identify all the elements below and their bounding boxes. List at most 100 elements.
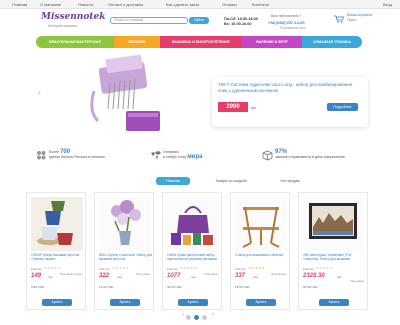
product-availability: В наличии [271,272,286,276]
product-name[interactable]: 495 Амстердам. Amsterdam (The Treasures)… [303,253,357,265]
product-image[interactable] [303,197,363,251]
feature-beads: Более 700 цветов бисера Preciosa в налич… [36,149,126,164]
product-name[interactable]: Станок для вышивания Ukrainка [235,253,289,265]
product-card: Станок для вышивания Ukrainка Рейтинг: ★… [230,192,290,310]
product-grid: 10054P Набор вышивки крестом «Зимние чаш… [26,192,368,312]
product-availability: Под заказ 3 дня [59,272,82,276]
nav-link-home[interactable]: Главная [12,2,27,7]
cart-label[interactable]: Ваша корзина [347,13,372,17]
product-image[interactable] [31,197,83,251]
feature-shipping-desc: в любую точку [163,154,187,159]
rating-stars-icon: ★★★★★ [112,266,130,270]
product-image[interactable] [167,197,219,251]
category-diamond[interactable]: АЛМАЗНАЯ ТЕХНИКА [302,36,362,48]
nav-link-contacts[interactable]: Контакты [252,2,269,7]
nav-link-news[interactable]: Новости [78,2,93,7]
product-usd-price: 93.58 USD [303,285,318,289]
tab-new[interactable]: Новинки [156,177,190,185]
working-hours: Пн-Сб: 10.00-18.00 Вс: 10.00-16.00 [224,17,258,27]
product-image[interactable] [235,197,287,251]
logo-subtitle: Интернет-магазин [48,24,78,28]
buy-button[interactable]: Купить [246,299,276,306]
feature-dispatch: 97% заказов отправляются в день оформлен… [262,149,362,164]
buy-button[interactable]: Купить [319,299,349,306]
product-usd-price: 12.95 USD [99,285,114,289]
feature-dispatch-desc: заказов отправляются в день оформления [275,154,345,159]
feature-beads-text: Более 700 цветов бисера Preciosa в налич… [49,149,105,160]
feature-dispatch-text: 97% заказов отправляются в день оформлен… [275,149,345,160]
product-card: 10848 Сумка фиолетовая набор оригинально… [162,192,222,310]
callback-link[interactable]: Перезвоните мне [280,26,306,30]
carousel-dot-active[interactable] [194,315,199,320]
product-currency: грн [337,275,342,279]
search-button[interactable]: Найти [189,17,209,24]
buy-button[interactable]: Купить [178,299,208,306]
feature-beads-desc: цветов бисера Preciosa в наличии [49,154,105,159]
tab-bestsellers[interactable]: Хит продаж [272,177,308,185]
feature-beads-prefix: Более [49,150,60,154]
box-icon [262,150,273,161]
rating-stars-icon: ★★★★★ [316,266,334,270]
nav-link-payment[interactable]: Оплата и доставка [108,2,143,7]
product-usd-price: 43.29 USD [167,285,182,289]
banner-prev-icon[interactable]: ‹ [38,87,41,97]
category-embroidery[interactable]: ВЫШИВКА И БИСЕРОПЛЕТЕНИЕ [160,36,242,48]
product-price: 1077 [167,273,181,279]
site-header: Missennotek Интернет-магазин Поиск по то… [0,9,400,35]
product-price: 2328.30 [303,273,325,279]
category-knitting[interactable]: ВЯЗАНИЕ [114,36,160,48]
carousel-dots [186,315,210,321]
product-image[interactable] [99,197,151,251]
rating-stars-icon: ★★★★★ [44,266,62,270]
login-link[interactable]: Вход [383,2,392,7]
banner-product-card: 760-7 Система Адди-клик Lace Long - набо… [212,77,368,127]
carousel-dot[interactable] [186,315,191,320]
product-availability: Под заказ [204,272,218,276]
rating-label: Рейтинг: [167,267,179,271]
tab-discount[interactable]: Товары со скидкой [206,177,256,185]
banner-more-button[interactable]: Подробнее [327,103,358,111]
banner-product-image[interactable] [86,51,174,141]
buy-button[interactable]: Купить [110,299,140,306]
product-currency: грн [48,275,53,279]
nav-link-reviews[interactable]: Отзывы [222,2,237,7]
rating-stars-icon: ★★★★★ [248,266,266,270]
hours-sunday: Вс: 10.00-16.00 [224,22,252,26]
carousel-next-icon[interactable]: › [212,312,214,318]
product-name[interactable]: 10054P Набор вышивки крестом «Зимние чаш… [31,253,85,265]
product-currency: грн [253,275,258,279]
nav-link-how-to-order[interactable]: Как сделать заказ [166,2,199,7]
promo-banner: ‹ › 760-7 Система Адди-клик Lace Long - … [36,51,368,144]
phone-number[interactable]: +38 (066) 057-14-60 [268,20,305,25]
cart-status: Пусто [347,18,357,22]
features-strip: Более 700 цветов бисера Preciosa в налич… [36,147,362,167]
category-felting[interactable]: ВАЛЯНИЕ И ФЕТР [242,36,302,48]
product-usd-price: 13.55 USD [235,285,250,289]
top-navigation: Главная О магазине Новости Оплата и дост… [0,0,400,9]
rating-label: Рейтинг: [99,267,111,271]
carousel-dot[interactable] [202,315,207,320]
product-card: 495 Амстердам. Amsterdam (The Treasures)… [298,192,368,310]
product-price: 322 [99,273,110,279]
beads-icon [37,151,46,160]
product-card: 8614 Сирень с вазочкой. Набор для вышивк… [94,192,154,310]
product-currency: грн [117,275,122,279]
product-name[interactable]: 10848 Сумка фиолетовая набор оригинально… [167,253,221,265]
cart-icon[interactable] [334,15,344,23]
product-name[interactable]: 8614 Сирень с вазочкой. Набор для вышивк… [99,253,153,265]
carousel-prev-icon[interactable]: ‹ [182,312,184,318]
category-knitting-workshop[interactable]: ВЯЗАТЕЛЬНАЯ МАСТЕРСКАЯ [36,36,114,48]
buy-button[interactable]: Купить [42,299,72,306]
feature-shipping-text: Отправка в любую точку мира [163,150,202,160]
rating-stars-icon: ★★★★★ [180,266,198,270]
callback-question: Вам перезвонить? [271,14,301,18]
nav-link-about[interactable]: О магазине [40,2,61,7]
product-usd-price: 5.99 USD [31,285,45,289]
product-price: 337 [235,273,246,279]
banner-product-title[interactable]: 760-7 Система Адди-клик Lace Long - набо… [218,82,362,93]
rating-label: Рейтинг: [303,267,315,271]
site-logo[interactable]: Missennotek [41,12,105,22]
search-input[interactable]: Поиск по товарам [110,17,188,24]
product-tabs: Новинки Товары со скидкой Хит продаж [36,176,362,186]
rating-label: Рейтинг: [31,267,43,271]
